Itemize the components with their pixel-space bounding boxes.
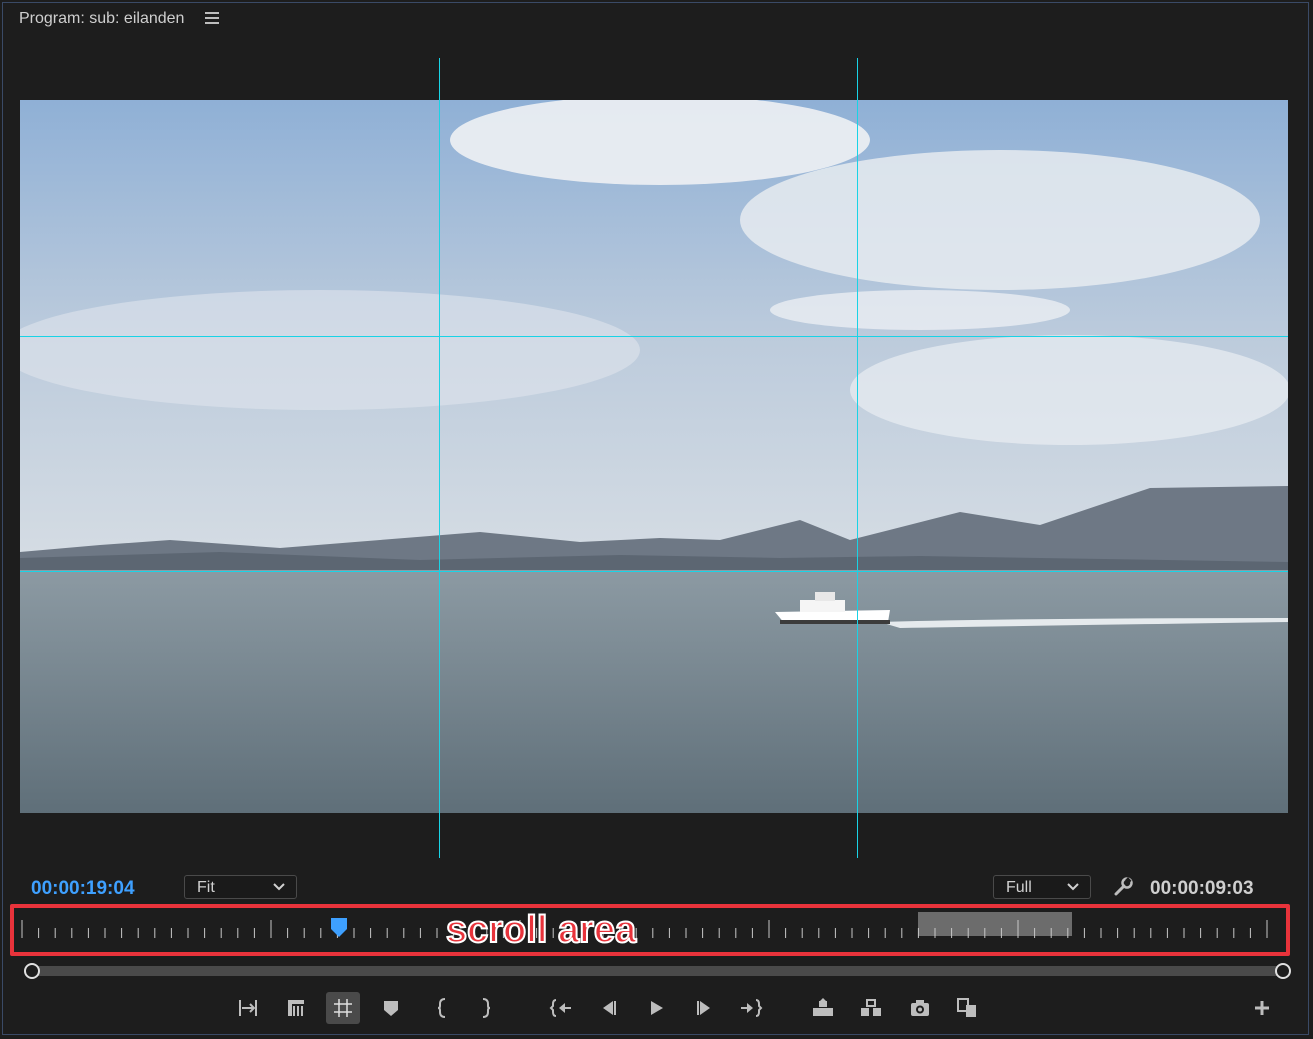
go-to-in-icon: [549, 999, 571, 1017]
safe-margins-icon: [334, 999, 352, 1017]
play-button[interactable]: [639, 992, 673, 1024]
add-marker-icon: [384, 1001, 398, 1016]
step-forward-button[interactable]: [687, 992, 721, 1024]
wrench-icon[interactable]: [1112, 876, 1134, 898]
scroll-area-annotation: scroll area: [445, 908, 637, 952]
add-button-icon: [1255, 1001, 1269, 1015]
mark-out-button[interactable]: [469, 992, 503, 1024]
guide-horizontal-bottom[interactable]: [20, 571, 1288, 572]
zoom-scrollbar-left-handle[interactable]: [24, 963, 40, 979]
mark-in-out-button[interactable]: [231, 992, 265, 1024]
step-back-icon: [603, 1001, 616, 1015]
go-to-out-icon: [741, 999, 763, 1017]
step-back-button[interactable]: [592, 992, 626, 1024]
guide-vertical-right[interactable]: [857, 58, 858, 858]
mark-in-icon: [437, 998, 446, 1018]
go-to-in-button[interactable]: [544, 992, 578, 1024]
scroll-area-highlight: [10, 904, 1290, 956]
extract-button[interactable]: [854, 992, 888, 1024]
guide-vertical-left[interactable]: [439, 58, 440, 858]
video-frame: [20, 100, 1288, 813]
lift-button[interactable]: [806, 992, 840, 1024]
guide-horizontal-top[interactable]: [20, 336, 1288, 337]
panel-title[interactable]: Program: sub: eilanden: [19, 10, 184, 28]
comparison-view-button[interactable]: [950, 992, 984, 1024]
step-forward-icon: [697, 1001, 710, 1015]
zoom-level-select[interactable]: Fit: [184, 875, 297, 899]
comparison-view-icon: [957, 998, 976, 1017]
play-icon: [651, 1001, 663, 1015]
zoom-scrollbar-right-handle[interactable]: [1275, 963, 1291, 979]
lift-icon: [813, 998, 833, 1016]
playhead-timecode[interactable]: 00:00:19:04: [31, 878, 135, 900]
zoom-level-value: Fit: [197, 879, 215, 896]
button-editor-button[interactable]: [1245, 992, 1279, 1024]
camera-icon: [911, 1000, 929, 1016]
go-to-out-button[interactable]: [734, 992, 768, 1024]
video-image: [20, 100, 1288, 813]
export-frame-button[interactable]: [903, 992, 937, 1024]
chevron-down-icon: [1067, 883, 1079, 891]
mark-in-out-icon: [239, 1000, 257, 1016]
clip-marker-button[interactable]: [279, 992, 313, 1024]
zoom-scrollbar[interactable]: [30, 966, 1282, 976]
playback-resolution-select[interactable]: Full: [993, 875, 1091, 899]
add-marker-button[interactable]: [374, 992, 408, 1024]
panel-menu-icon[interactable]: [205, 12, 219, 26]
mark-in-button[interactable]: [425, 992, 459, 1024]
safe-margins-button[interactable]: [326, 992, 360, 1024]
clip-marker-icon: [288, 1000, 304, 1016]
chevron-down-icon: [273, 883, 285, 891]
mark-out-icon: [482, 998, 491, 1018]
playback-resolution-value: Full: [1006, 879, 1032, 896]
duration-timecode: 00:00:09:03: [1150, 878, 1254, 899]
extract-icon: [861, 999, 881, 1016]
